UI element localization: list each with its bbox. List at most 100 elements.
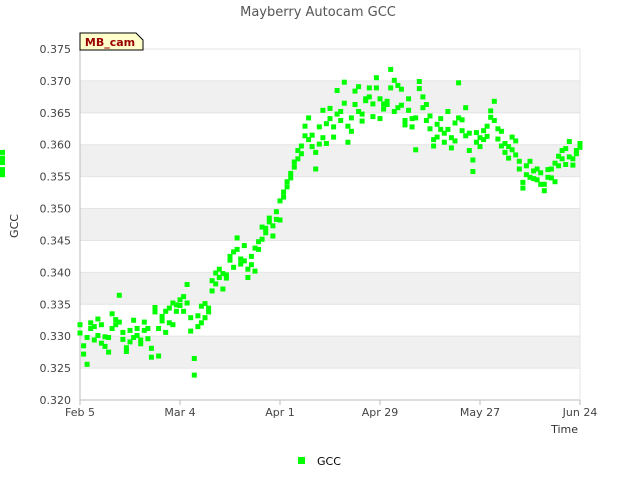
data-point xyxy=(320,135,326,141)
y-tick-label: 0.330 xyxy=(40,330,72,343)
data-point xyxy=(202,315,208,321)
data-point xyxy=(191,356,197,361)
plot-band xyxy=(80,240,580,273)
data-point xyxy=(156,353,162,359)
data-point xyxy=(263,230,269,236)
data-point xyxy=(234,235,240,241)
data-point xyxy=(331,134,337,140)
y-tick-label: 0.340 xyxy=(40,266,72,279)
data-point xyxy=(366,94,372,100)
data-point xyxy=(91,337,97,343)
data-point xyxy=(466,130,472,136)
data-point xyxy=(520,185,526,191)
data-point xyxy=(248,253,254,259)
data-point xyxy=(431,143,437,149)
data-point xyxy=(120,329,126,335)
data-point xyxy=(152,305,158,310)
data-point xyxy=(388,66,394,72)
data-point xyxy=(209,288,215,294)
data-point xyxy=(145,326,151,331)
data-point xyxy=(570,162,576,168)
x-tick-label: Apr 1 xyxy=(265,406,295,419)
data-point xyxy=(227,253,233,259)
y-axis-label: GCC xyxy=(8,214,21,238)
data-point xyxy=(106,335,112,340)
data-point xyxy=(406,107,412,113)
data-point xyxy=(95,333,101,338)
data-point xyxy=(470,169,476,174)
data-point xyxy=(95,316,101,322)
data-point xyxy=(91,324,97,330)
data-point xyxy=(359,111,365,117)
data-point xyxy=(181,294,187,300)
data-point xyxy=(441,139,447,145)
data-point xyxy=(413,115,419,121)
data-point xyxy=(466,148,472,153)
data-point xyxy=(148,354,154,360)
data-point xyxy=(563,162,569,167)
x-tick-label: Jun 24 xyxy=(562,406,598,419)
data-point xyxy=(216,266,222,272)
data-point xyxy=(198,320,204,326)
data-point xyxy=(0,155,5,161)
data-point xyxy=(0,149,5,155)
data-point xyxy=(516,158,522,164)
data-point xyxy=(259,236,265,242)
data-point xyxy=(288,175,294,181)
data-point xyxy=(323,121,329,127)
data-point xyxy=(131,317,137,323)
data-point xyxy=(141,319,147,325)
y-tick-label: 0.370 xyxy=(40,75,72,88)
data-point xyxy=(470,157,476,163)
data-point xyxy=(520,179,526,185)
data-point xyxy=(134,333,140,338)
data-point xyxy=(245,275,251,280)
data-point xyxy=(323,141,329,146)
data-point xyxy=(106,349,112,355)
data-point xyxy=(377,96,383,102)
data-point xyxy=(202,301,208,307)
data-point xyxy=(313,166,319,172)
data-point xyxy=(173,308,179,314)
x-tick-label: May 27 xyxy=(460,406,500,419)
data-point xyxy=(495,136,501,142)
x-axis-label: Time xyxy=(550,423,578,436)
data-point xyxy=(170,322,176,328)
y-tick-label: 0.350 xyxy=(40,203,72,216)
data-point xyxy=(570,156,576,162)
data-point xyxy=(84,335,90,340)
data-point xyxy=(138,337,144,343)
data-point xyxy=(516,166,522,172)
y-tick-label: 0.345 xyxy=(40,234,72,247)
data-point xyxy=(0,171,5,177)
data-point xyxy=(416,86,422,92)
y-tick-label: 0.355 xyxy=(40,171,72,184)
data-point xyxy=(277,217,283,223)
data-point xyxy=(156,326,162,331)
data-point xyxy=(127,327,133,333)
data-point xyxy=(98,322,104,328)
data-point xyxy=(541,181,547,187)
data-point xyxy=(195,313,201,319)
data-point xyxy=(159,313,165,319)
data-point xyxy=(220,286,226,292)
data-point xyxy=(413,147,419,153)
data-point xyxy=(159,318,165,324)
data-point xyxy=(373,85,379,91)
data-point xyxy=(373,75,379,81)
x-tick-label: Apr 29 xyxy=(362,406,399,419)
y-axis-ticks: 0.3200.3250.3300.3350.3400.3450.3500.355… xyxy=(40,43,72,407)
data-point xyxy=(434,134,440,140)
data-point xyxy=(377,116,383,122)
data-point xyxy=(523,163,529,169)
data-point xyxy=(184,300,190,306)
data-point xyxy=(370,101,376,107)
data-point xyxy=(348,115,354,121)
legend-swatch xyxy=(298,457,305,464)
data-point xyxy=(491,98,497,104)
data-point xyxy=(484,123,490,129)
x-tick-label: Feb 5 xyxy=(65,406,95,419)
data-point xyxy=(452,120,458,126)
annotation-badge: MB_cam xyxy=(79,32,144,51)
data-point xyxy=(145,336,151,342)
